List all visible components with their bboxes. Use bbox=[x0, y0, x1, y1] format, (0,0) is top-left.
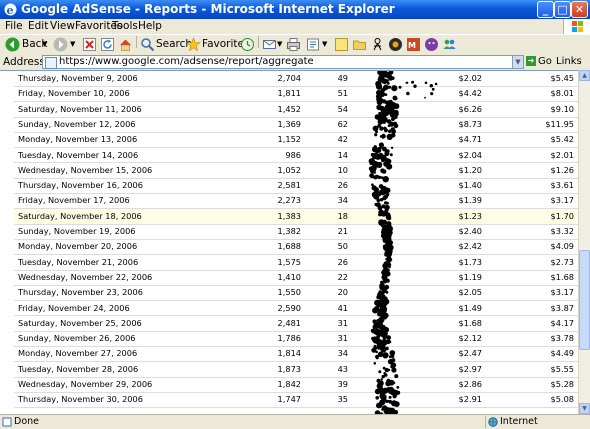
menu-view[interactable]: View bbox=[50, 20, 75, 32]
edit-icon[interactable] bbox=[306, 37, 321, 52]
toolbar-separator bbox=[136, 36, 137, 48]
menu-help[interactable]: Help bbox=[138, 20, 162, 32]
search-icon[interactable] bbox=[140, 37, 155, 52]
notes-icon[interactable] bbox=[334, 37, 349, 52]
refresh-icon[interactable] bbox=[100, 37, 115, 52]
folder-icon[interactable] bbox=[352, 37, 367, 52]
back-dropdown-icon[interactable]: ▼ bbox=[42, 36, 47, 53]
scroll-up-icon[interactable]: ▲ bbox=[579, 70, 590, 81]
forward-dropdown-icon[interactable]: ▼ bbox=[70, 36, 75, 53]
edit-dropdown-icon[interactable]: ▼ bbox=[322, 36, 327, 53]
vertical-scrollbar[interactable]: ▲ ▼ bbox=[578, 70, 590, 414]
go-arrow-icon: ➜ bbox=[526, 56, 536, 66]
scroll-down-icon[interactable]: ▼ bbox=[579, 403, 590, 414]
internet-explorer-icon: e bbox=[4, 3, 17, 17]
menu-bar: File Edit View Favorites Tools Help bbox=[0, 19, 590, 34]
close-button[interactable]: ✕ bbox=[571, 1, 588, 18]
scrollbar-thumb[interactable] bbox=[579, 250, 590, 350]
menu-file[interactable]: File bbox=[5, 20, 23, 32]
report-content: Thursday, November 9, 2006 2,704 49 $2.02 $5… bbox=[0, 70, 578, 415]
media-icon[interactable] bbox=[388, 37, 403, 52]
redaction-scribble bbox=[368, 71, 438, 415]
address-dropdown-icon[interactable]: ▼ bbox=[512, 55, 524, 69]
print-icon[interactable] bbox=[286, 37, 301, 52]
address-url[interactable]: https://www.google.com/adsense/report/ag… bbox=[59, 56, 314, 68]
status-bar: Done Internet bbox=[0, 414, 590, 429]
messenger-icon[interactable] bbox=[370, 37, 385, 52]
svg-text:e: e bbox=[7, 4, 14, 17]
minimize-button[interactable]: _ bbox=[537, 1, 554, 18]
page-done-icon bbox=[2, 417, 12, 427]
windows-logo-icon bbox=[563, 19, 590, 34]
status-separator bbox=[485, 416, 486, 428]
links-button[interactable]: Links bbox=[556, 56, 582, 67]
research-icon[interactable]: M bbox=[406, 37, 421, 52]
security-zone-label: Internet bbox=[500, 416, 538, 427]
history-icon[interactable] bbox=[240, 37, 255, 52]
menu-edit[interactable]: Edit bbox=[28, 20, 48, 32]
back-arrow-icon[interactable] bbox=[5, 37, 20, 52]
mail-icon[interactable] bbox=[262, 37, 277, 52]
title-bar: e Google AdSense - Reports - Microsoft I… bbox=[0, 0, 590, 19]
people-icon[interactable] bbox=[442, 37, 457, 52]
status-text: Done bbox=[14, 416, 39, 427]
toolbar-separator bbox=[258, 36, 259, 48]
toolbar: Back ▼ ▼ Search Favorites ▼ ▼ M bbox=[0, 34, 590, 55]
window-title: Google AdSense - Reports - Microsoft Int… bbox=[21, 2, 395, 16]
internet-zone-icon bbox=[488, 417, 498, 427]
page-icon bbox=[45, 57, 57, 69]
mail-dropdown-icon[interactable]: ▼ bbox=[277, 36, 282, 53]
favorites-star-icon[interactable] bbox=[186, 37, 201, 52]
go-label: Go bbox=[538, 56, 552, 67]
home-icon[interactable] bbox=[118, 37, 133, 52]
messenger-buddy-icon[interactable] bbox=[424, 37, 439, 52]
address-label: Address bbox=[3, 56, 45, 68]
address-input[interactable]: https://www.google.com/adsense/report/ag… bbox=[42, 55, 513, 69]
svg-text:M: M bbox=[408, 41, 416, 50]
go-button[interactable]: ➜ Go bbox=[526, 55, 552, 69]
menu-tools[interactable]: Tools bbox=[112, 20, 138, 32]
forward-arrow-icon[interactable] bbox=[53, 37, 68, 52]
maximize-button[interactable]: □ bbox=[554, 1, 571, 18]
stop-icon[interactable] bbox=[82, 37, 97, 52]
address-bar: Address https://www.google.com/adsense/r… bbox=[0, 54, 590, 70]
